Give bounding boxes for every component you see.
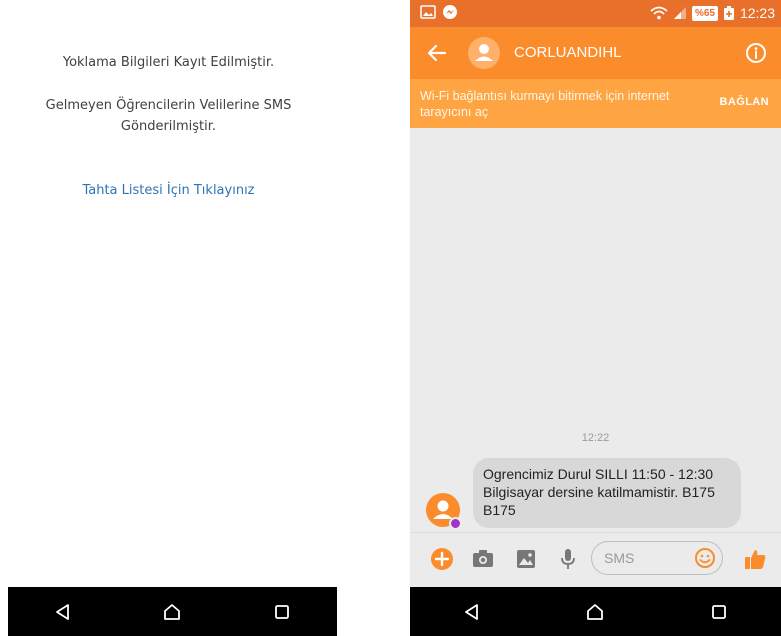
back-button[interactable]	[424, 40, 450, 66]
info-button[interactable]	[743, 40, 769, 66]
status-notifications	[420, 4, 458, 20]
status-bar: %65 12:23	[410, 0, 781, 27]
camera-icon	[473, 550, 493, 567]
add-button[interactable]	[430, 547, 454, 571]
message-composer: SMS	[410, 532, 781, 584]
battery-icon	[723, 6, 734, 20]
attendance-saved-text: Yoklama Bilgileri Kayıt Edilmiştir.	[62, 55, 275, 70]
thumbs-up-icon	[745, 550, 766, 569]
home-outline-icon	[587, 603, 604, 620]
image-icon	[517, 550, 535, 568]
info-icon	[746, 43, 766, 63]
wifi-banner-text: Wi-Fi bağlantısı kurmayı bitirmek için i…	[420, 89, 670, 119]
message-text: Ogrencimiz Durul SILLI 11:50 - 12:30 Bil…	[483, 466, 715, 518]
nav-recents-button[interactable]	[699, 592, 739, 632]
message-bubble[interactable]: Ogrencimiz Durul SILLI 11:50 - 12:30 Bil…	[473, 458, 741, 528]
microphone-icon	[561, 549, 575, 569]
left-navigation-bar	[8, 587, 337, 636]
wifi-connect-banner: Wi-Fi bağlantısı kurmayı bitirmek için i…	[410, 79, 781, 128]
messenger-icon	[443, 5, 457, 19]
like-button[interactable]	[743, 547, 767, 571]
nav-home-button[interactable]	[575, 592, 615, 632]
recents-square-icon	[275, 604, 290, 619]
status-time: 12:23	[739, 5, 775, 21]
nav-back-button[interactable]	[452, 592, 492, 632]
conversation-area[interactable]: 12:22 Ogrencimiz Durul SILLI 11:50 - 12:…	[410, 128, 781, 530]
sms-sent-text-line1: Gelmeyen Öğrencilerin Velilerine SMS	[45, 98, 292, 113]
back-triangle-icon	[55, 603, 69, 620]
conversation-app-bar: CORLUANDIHL	[410, 27, 781, 79]
right-navigation-bar	[410, 587, 781, 636]
battery-level-badge: %65	[691, 5, 718, 21]
nav-home-button[interactable]	[152, 592, 192, 632]
plus-icon	[431, 548, 453, 570]
left-phone-screen: Yoklama Bilgileri Kayıt Edilmiştir. Gelm…	[0, 0, 337, 636]
contact-avatar[interactable]	[468, 37, 500, 69]
emoji-button[interactable]	[694, 547, 716, 569]
messenger-badge-icon	[449, 517, 462, 530]
gallery-button[interactable]	[514, 547, 538, 571]
sms-input[interactable]: SMS	[591, 541, 723, 575]
cell-signal-icon	[673, 7, 686, 19]
attendance-confirmation-panel: Yoklama Bilgileri Kayıt Edilmiştir. Gelm…	[0, 0, 337, 586]
status-indicators: %65 12:23	[650, 3, 775, 23]
right-phone-screen: %65 12:23 CORLUANDIHL Wi-Fi bağlantısı k…	[410, 0, 781, 636]
recents-square-icon	[712, 604, 727, 619]
contact-name[interactable]: CORLUANDIHL	[514, 42, 622, 64]
nav-back-button[interactable]	[43, 592, 83, 632]
emoji-icon	[695, 548, 715, 568]
sms-sent-text-line2: Gönderilmiştir.	[120, 119, 217, 134]
board-list-link[interactable]: Tahta Listesi İçin Tıklayınız	[0, 180, 337, 201]
arrow-left-icon	[427, 44, 447, 62]
camera-button[interactable]	[471, 547, 495, 571]
wifi-icon	[650, 6, 668, 20]
sms-input-placeholder: SMS	[604, 550, 635, 566]
connect-button[interactable]: BAĞLAN	[720, 96, 769, 108]
message-timestamp: 12:22	[581, 432, 610, 444]
nav-recents-button[interactable]	[262, 592, 302, 632]
voice-button[interactable]	[556, 547, 580, 571]
back-triangle-icon	[464, 603, 478, 620]
home-outline-icon	[164, 603, 181, 620]
image-notification-icon	[420, 5, 436, 19]
person-icon	[475, 44, 493, 61]
